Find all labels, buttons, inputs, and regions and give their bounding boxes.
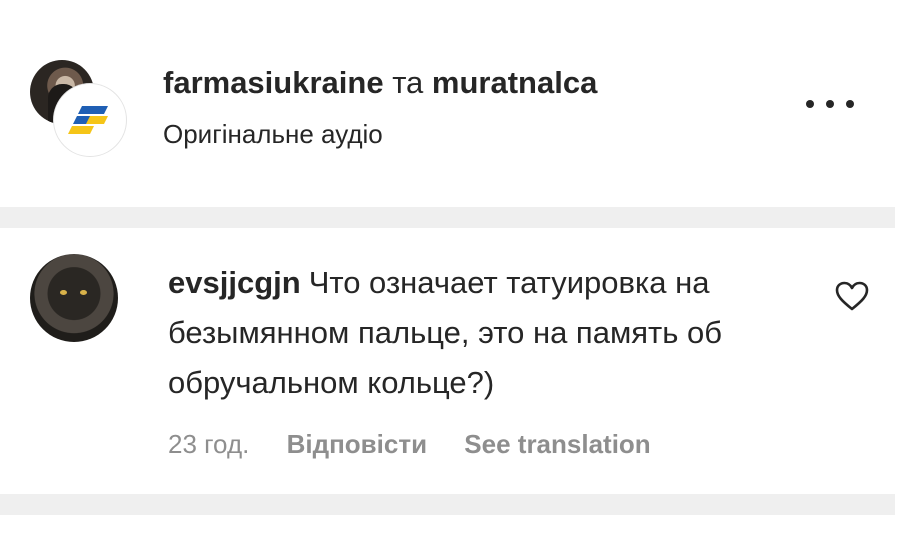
more-dot — [846, 100, 854, 108]
post-authors: farmasiukraine та muratnalca — [163, 63, 597, 103]
comment-item: evsjjcgjn Что означает татуировка на безы… — [0, 228, 900, 494]
avatar-evsjjcgjn[interactable] — [30, 254, 118, 342]
author-link-muratnalca[interactable]: muratnalca — [432, 65, 597, 100]
more-horizontal-icon — [806, 100, 814, 108]
divider — [0, 494, 895, 515]
more-dot — [826, 100, 834, 108]
reply-button[interactable]: Відповісти — [287, 429, 427, 459]
comment-timestamp[interactable]: 23 год. — [168, 429, 249, 459]
farmasi-logo-icon — [68, 106, 108, 134]
cat-eye — [60, 290, 67, 295]
comment-username[interactable]: evsjjcgjn — [168, 265, 301, 300]
author-link-farmasiukraine[interactable]: farmasiukraine — [163, 65, 384, 100]
more-options-button[interactable] — [806, 88, 854, 120]
collab-avatars[interactable] — [30, 60, 126, 156]
cat-eye — [80, 290, 87, 295]
comment-body: evsjjcgjn Что означает татуировка на безы… — [168, 258, 798, 408]
avatar-farmasiukraine[interactable] — [54, 84, 126, 156]
post-header: farmasiukraine та muratnalca Оригінальне… — [0, 0, 900, 205]
heart-outline-icon — [835, 281, 869, 311]
audio-link[interactable]: Оригінальне аудіо — [163, 116, 383, 152]
like-comment-button[interactable] — [834, 280, 870, 312]
comment-actions: 23 год. Відповісти See translation — [168, 426, 681, 462]
see-translation-button[interactable]: See translation — [464, 429, 650, 459]
author-conjunction: та — [392, 65, 424, 100]
divider — [0, 207, 895, 228]
